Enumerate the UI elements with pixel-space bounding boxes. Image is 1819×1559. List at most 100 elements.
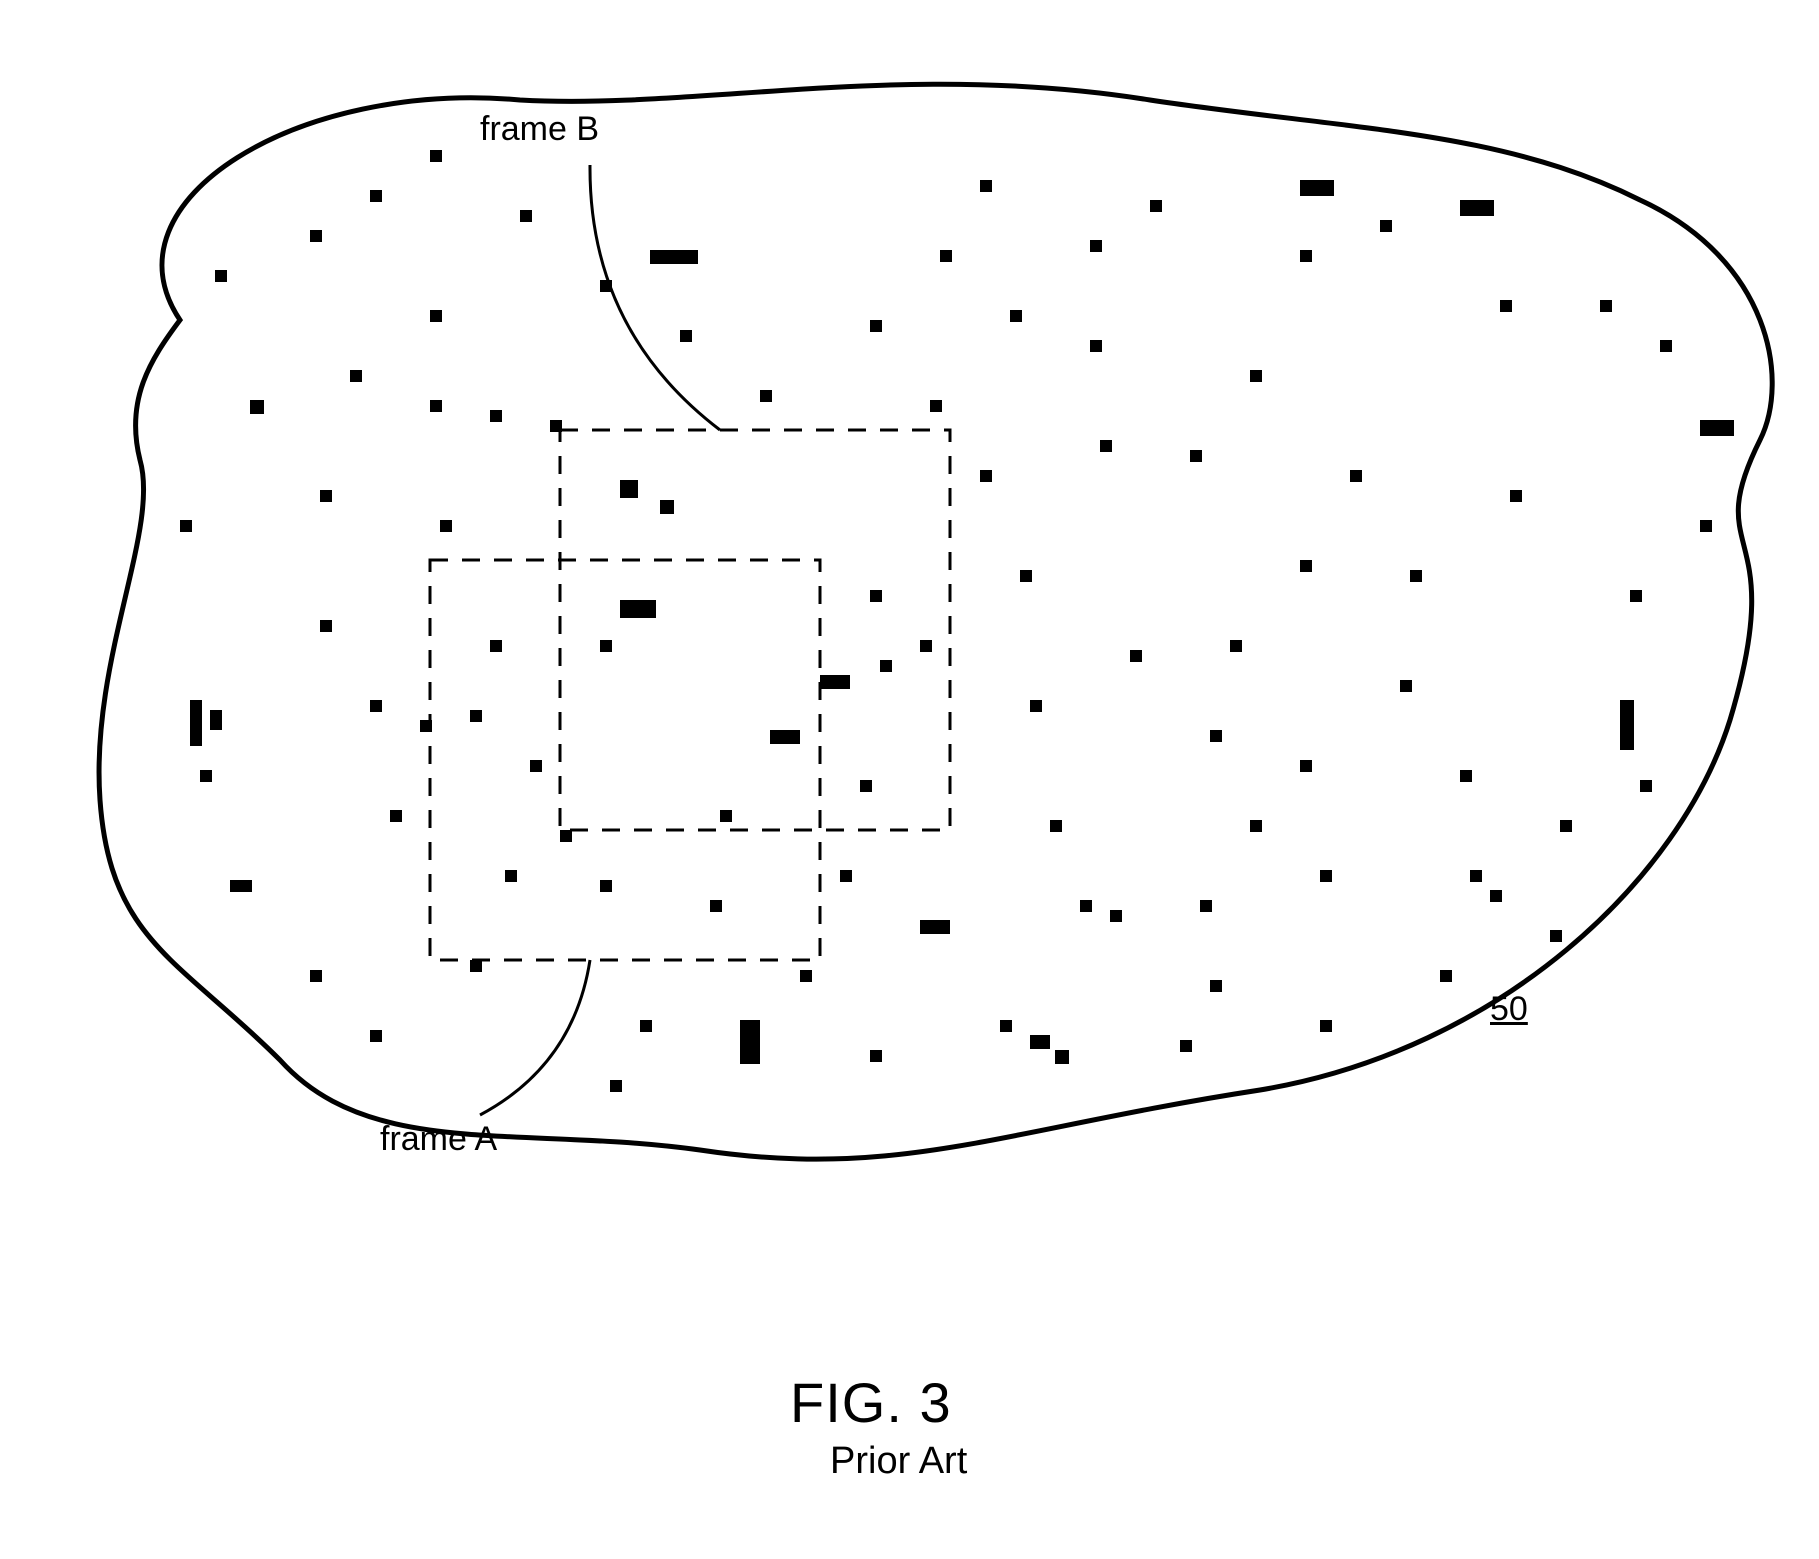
speckle (610, 1080, 622, 1092)
speckle (1700, 420, 1734, 436)
speckle (1090, 340, 1102, 352)
speckle (600, 880, 612, 892)
speckle (1210, 730, 1222, 742)
speckle (1300, 250, 1312, 262)
speckle (1350, 470, 1362, 482)
leader-frame-b (590, 165, 720, 430)
speckle (1250, 820, 1262, 832)
speckle (370, 700, 382, 712)
speckle (840, 870, 852, 882)
speckle (1460, 770, 1472, 782)
speckle (1460, 200, 1494, 216)
speckle (320, 490, 332, 502)
speckle (760, 390, 772, 402)
speckle (1090, 240, 1102, 252)
speckle (1640, 780, 1652, 792)
speckle (1300, 760, 1312, 772)
frame-a (430, 560, 820, 960)
speckle (490, 410, 502, 422)
speckle (770, 730, 800, 744)
speckle (650, 250, 698, 264)
diagram-svg (0, 0, 1819, 1559)
speckle (920, 640, 932, 652)
speckle (1030, 1035, 1050, 1049)
frame-b-label: frame B (480, 110, 599, 149)
speckle (710, 900, 722, 912)
speckle (1320, 1020, 1332, 1032)
speckle (370, 190, 382, 202)
figure-subtitle: Prior Art (830, 1440, 967, 1483)
speckle (930, 400, 942, 412)
speckle (1055, 1050, 1069, 1064)
speckle (740, 1020, 760, 1064)
speckle (1050, 820, 1062, 832)
speckle (1490, 890, 1502, 902)
speckle (390, 810, 402, 822)
speckle (800, 970, 812, 982)
speckle (1210, 980, 1222, 992)
speckle (870, 1050, 882, 1062)
speckle (1600, 300, 1612, 312)
speckle (870, 590, 882, 602)
speckle (310, 230, 322, 242)
speckle (1010, 310, 1022, 322)
speckle (1620, 700, 1634, 750)
speckle (1560, 820, 1572, 832)
speckle (1700, 520, 1712, 532)
speckle (1190, 450, 1202, 462)
speckle (660, 500, 674, 514)
speckle (1500, 300, 1512, 312)
figure-title: FIG. 3 (790, 1370, 952, 1435)
speckle (470, 710, 482, 722)
speckle (560, 830, 572, 842)
speckle (430, 400, 442, 412)
speckle (1630, 590, 1642, 602)
speckle (920, 920, 950, 934)
speckle (980, 470, 992, 482)
speckle (1130, 650, 1142, 662)
speckle (1320, 870, 1332, 882)
speckle (430, 310, 442, 322)
speckle-field (180, 150, 1734, 1092)
speckle (640, 1020, 652, 1032)
frame-a-label: frame A (380, 1120, 497, 1159)
speckle (600, 640, 612, 652)
speckle (680, 330, 692, 342)
leader-frame-a (480, 960, 590, 1115)
speckle (1300, 560, 1312, 572)
speckle (980, 180, 992, 192)
speckle (1000, 1020, 1012, 1032)
speckle (1200, 900, 1212, 912)
speckle (720, 810, 732, 822)
speckle (470, 960, 482, 972)
speckle (1470, 870, 1482, 882)
speckle (490, 640, 502, 652)
speckle (440, 520, 452, 532)
speckle (210, 710, 222, 730)
speckle (1250, 370, 1262, 382)
speckle (200, 770, 212, 782)
speckle (1440, 970, 1452, 982)
speckle (1080, 900, 1092, 912)
speckle (230, 880, 252, 892)
speckle (1100, 440, 1112, 452)
speckle (215, 270, 227, 282)
speckle (370, 1030, 382, 1042)
speckle (860, 780, 872, 792)
speckle (1400, 680, 1412, 692)
speckle (1550, 930, 1562, 942)
speckle (620, 480, 638, 498)
reference-numeral-50: 50 (1490, 990, 1528, 1029)
speckle (1110, 910, 1122, 922)
speckle (350, 370, 362, 382)
speckle (620, 600, 656, 618)
speckle (310, 970, 322, 982)
speckle (1020, 570, 1032, 582)
speckle (1030, 700, 1042, 712)
speckle (430, 150, 442, 162)
speckle (940, 250, 952, 262)
speckle (870, 320, 882, 332)
speckle (1180, 1040, 1192, 1052)
figure-3: frame B frame A 50 FIG. 3 Prior Art (0, 0, 1819, 1559)
speckle (820, 675, 850, 689)
